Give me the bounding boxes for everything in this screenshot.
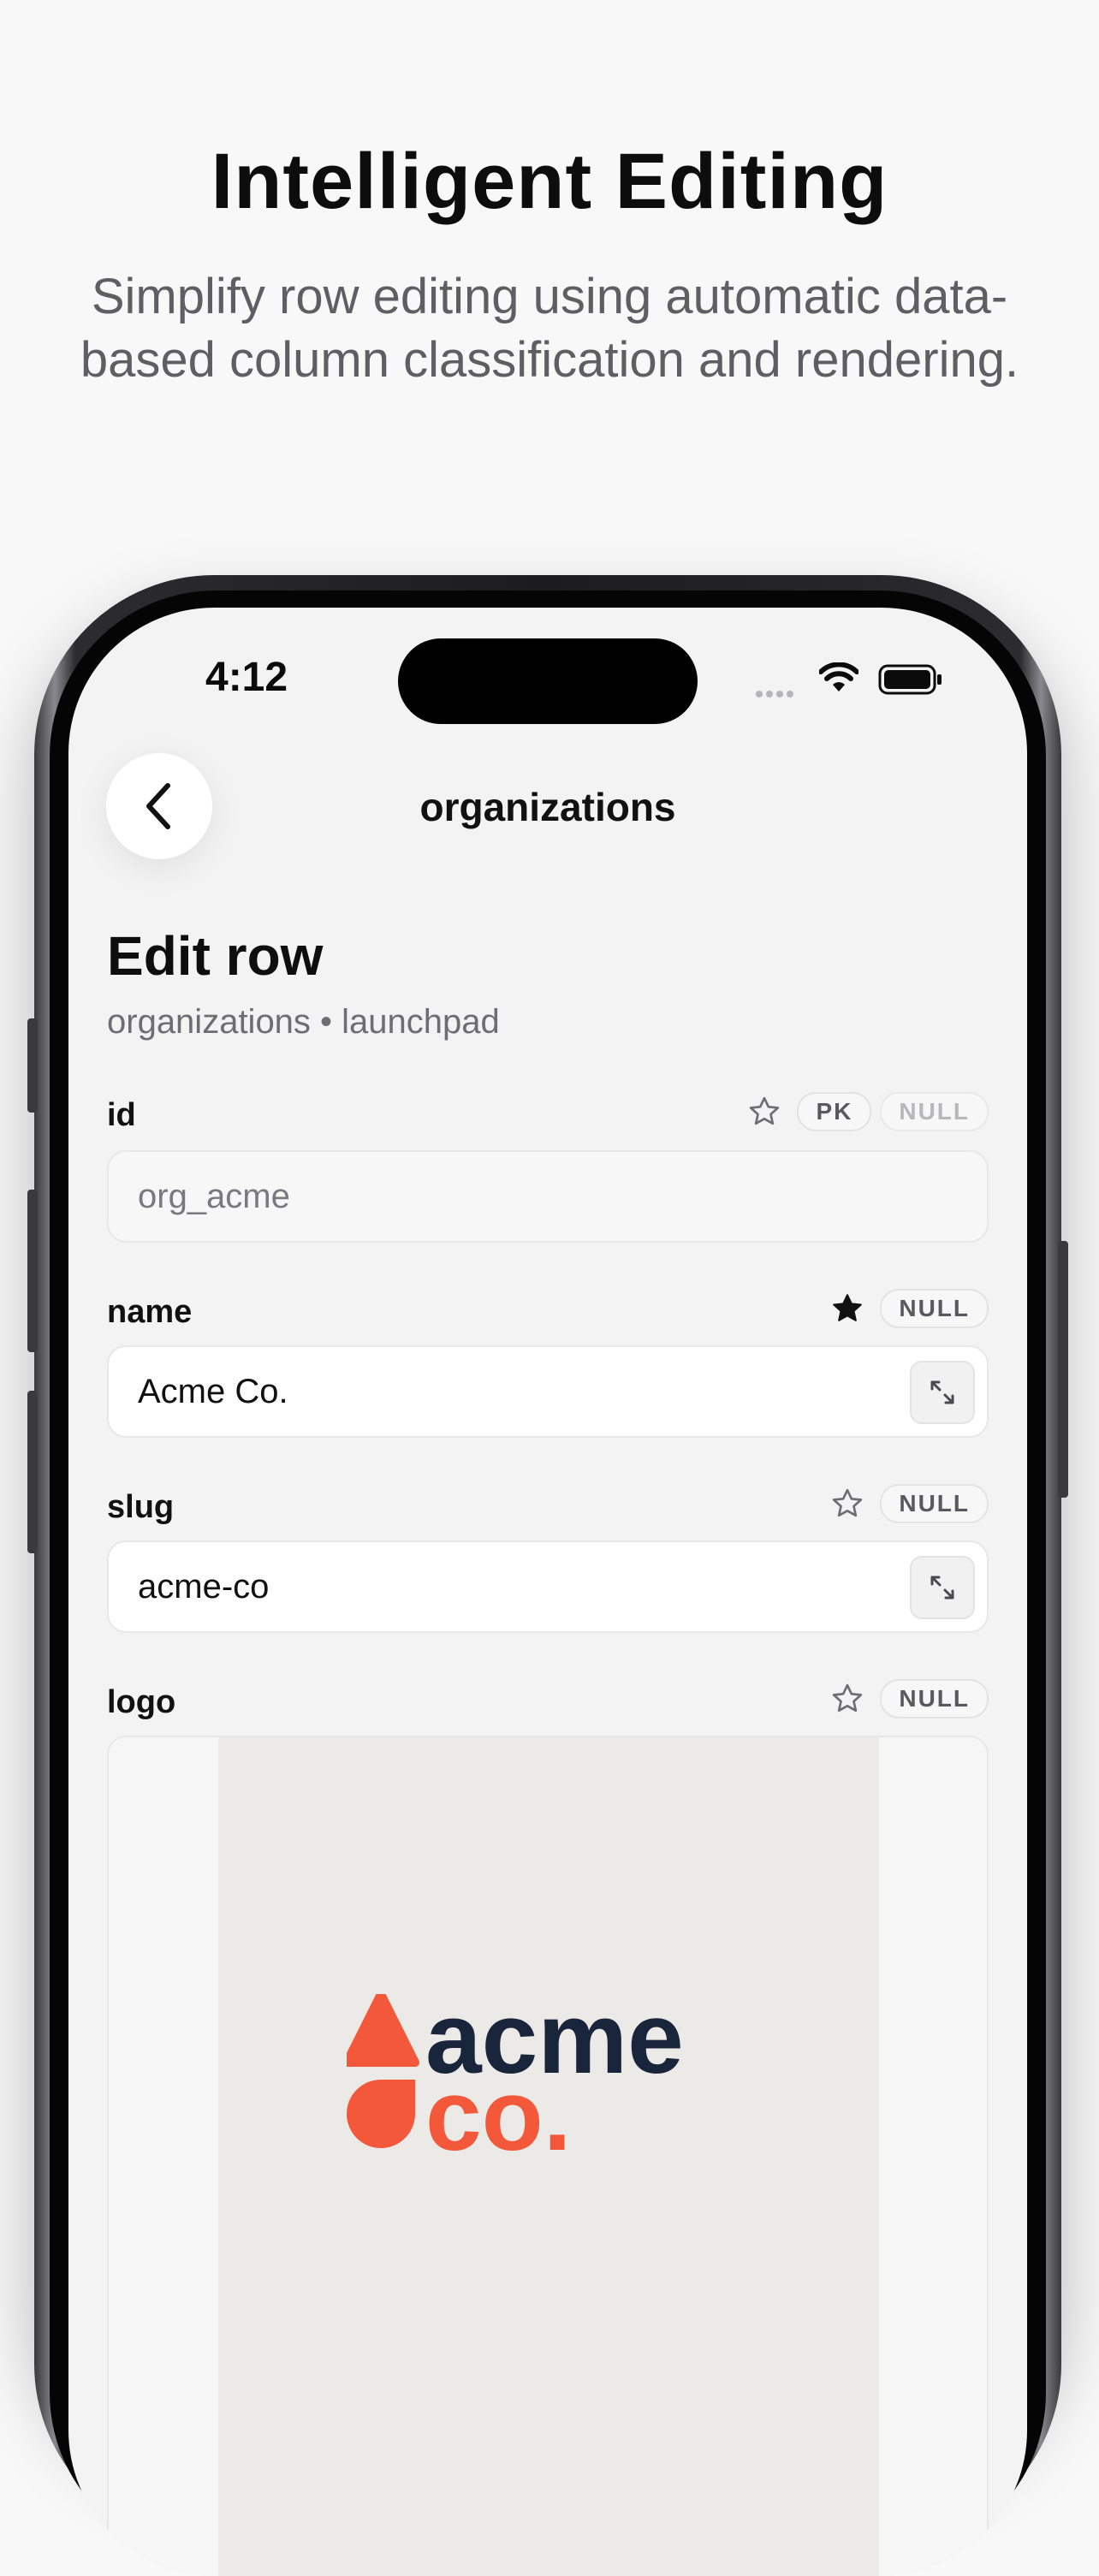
field-label-name: name <box>107 1294 193 1330</box>
id-field-value: org_acme <box>138 1178 290 1215</box>
volume-up-button <box>27 1190 38 1352</box>
headline: Intelligent Editing <box>211 138 888 225</box>
cellular-icon <box>756 686 797 702</box>
logo-wordmark-2: co. <box>425 2059 572 2172</box>
slug-field-value: acme-co <box>138 1568 270 1606</box>
wifi-icon <box>818 662 859 697</box>
star-outline-icon[interactable] <box>829 1680 866 1718</box>
status-time: 4:12 <box>205 655 288 700</box>
logo-image: acme co. <box>218 1737 879 2576</box>
battery-icon <box>878 664 943 699</box>
star-outline-icon[interactable] <box>746 1093 783 1131</box>
dynamic-island <box>398 638 698 724</box>
action-button <box>27 1018 38 1113</box>
field-badges-logo: NULL <box>829 1679 989 1718</box>
acme-logo: acme co. <box>347 1994 684 2172</box>
page-subtitle: organizations • launchpad <box>107 1003 500 1041</box>
name-field[interactable]: Acme Co. <box>107 1345 989 1438</box>
field-label-logo: logo <box>107 1684 176 1720</box>
expand-button[interactable] <box>910 1361 975 1424</box>
nav-title: organizations <box>419 785 676 829</box>
expand-button[interactable] <box>910 1556 975 1619</box>
expand-icon <box>930 1576 954 1600</box>
star-filled-icon[interactable] <box>829 1290 866 1327</box>
power-button <box>1058 1241 1068 1498</box>
pk-badge: PK <box>797 1092 872 1131</box>
logo-image-field[interactable]: acme co. <box>107 1736 989 2576</box>
null-toggle[interactable]: NULL <box>880 1289 989 1328</box>
field-label-slug: slug <box>107 1489 175 1525</box>
null-toggle[interactable]: NULL <box>880 1679 989 1718</box>
phone-screen: 4:12 organizations Edit row organization… <box>68 608 1027 2576</box>
id-field[interactable]: org_acme <box>107 1150 989 1243</box>
field-badges-id: PK NULL <box>746 1092 989 1131</box>
name-field-value: Acme Co. <box>138 1373 288 1410</box>
volume-down-button <box>27 1391 38 1553</box>
subheadline: Simplify row editing using automatic dat… <box>80 269 1019 388</box>
field-badges-name: NULL <box>829 1289 989 1328</box>
null-toggle[interactable]: NULL <box>880 1092 989 1131</box>
null-toggle[interactable]: NULL <box>880 1484 989 1523</box>
slug-field[interactable]: acme-co <box>107 1540 989 1633</box>
page-title: Edit row <box>107 925 324 987</box>
field-label-id: id <box>107 1097 136 1133</box>
expand-icon <box>930 1380 954 1404</box>
star-outline-icon[interactable] <box>829 1485 866 1522</box>
field-badges-slug: NULL <box>829 1484 989 1523</box>
